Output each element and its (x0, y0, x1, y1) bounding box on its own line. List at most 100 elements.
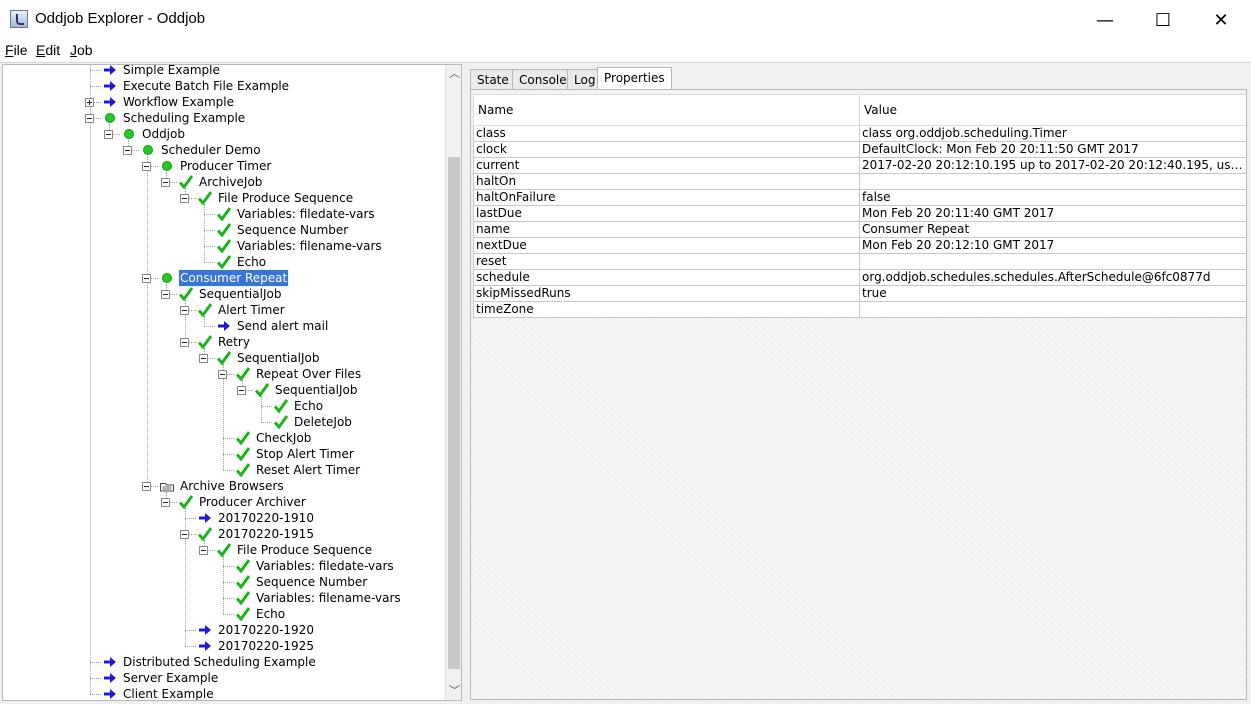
green-dot-icon (159, 158, 175, 174)
tree-node-label: CheckJob (256, 431, 312, 445)
tab-state[interactable]: State (470, 69, 516, 89)
expand-toggle-icon[interactable] (85, 98, 94, 107)
tree-guide-line (261, 396, 262, 422)
check-icon (235, 430, 251, 446)
property-row[interactable]: current 2017-02-20 20:12:10.195 up to 201… (473, 157, 1246, 174)
tree-guide-line (147, 156, 148, 486)
collapse-toggle-icon[interactable] (123, 146, 132, 155)
tree-branch-line (223, 598, 234, 599)
arrow-icon (197, 638, 213, 654)
tree-node-label: Repeat Over Files (256, 367, 362, 381)
tree-branch-line (223, 566, 234, 567)
tab-console[interactable]: Console (512, 69, 574, 89)
collapse-toggle-icon[interactable] (180, 194, 189, 203)
property-row[interactable]: haltOnFailure false (473, 189, 1246, 206)
arrow-icon (102, 654, 118, 670)
collapse-toggle-icon[interactable] (161, 178, 170, 187)
tree-guide-line (204, 204, 205, 262)
tree-node-label: Alert Timer (218, 303, 285, 317)
tree-vertical-scrollbar[interactable]: ︿ ﹀ (445, 65, 461, 700)
property-row[interactable]: skipMissedRuns true (473, 285, 1246, 302)
collapse-toggle-icon[interactable] (85, 114, 94, 123)
tree-node-label: Echo (256, 607, 286, 621)
menu-edit[interactable]: Edit (36, 42, 60, 58)
property-value[interactable] (859, 173, 1246, 190)
property-name: clock (473, 141, 860, 158)
arrow-icon (102, 65, 118, 78)
check-icon (216, 222, 232, 238)
property-value[interactable]: DefaultClock: Mon Feb 20 20:11:50 GMT 20… (859, 141, 1246, 158)
property-row[interactable]: class class org.oddjob.scheduling.Timer (473, 125, 1246, 142)
tree-node-label: Consumer Repeat (177, 269, 290, 287)
collapse-toggle-icon[interactable] (142, 274, 151, 283)
tree-node-label: 20170220-1920 (218, 623, 314, 637)
property-value[interactable]: true (859, 285, 1246, 302)
property-value[interactable]: Consumer Repeat (859, 221, 1246, 238)
check-icon (216, 542, 232, 558)
tree-branch-line (223, 454, 234, 455)
property-value[interactable]: 2017-02-20 20:12:10.195 up to 2017-02-20… (859, 157, 1246, 174)
collapse-toggle-icon[interactable] (180, 338, 189, 347)
tab-properties[interactable]: Properties (597, 67, 672, 90)
tree-node-label: Variables: filename-vars (256, 591, 401, 605)
close-button[interactable]: ✕ (1192, 0, 1250, 40)
menu-file[interactable]: File (5, 42, 28, 58)
collapse-toggle-icon[interactable] (199, 546, 208, 555)
check-icon (216, 254, 232, 270)
collapse-toggle-icon[interactable] (142, 162, 151, 171)
maximize-button[interactable]: ☐ (1134, 0, 1192, 40)
check-icon (197, 190, 213, 206)
property-row[interactable]: schedule org.oddjob.schedules.schedules.A… (473, 269, 1246, 286)
minimize-button[interactable]: — (1076, 0, 1134, 40)
check-icon (197, 334, 213, 350)
property-value[interactable] (859, 253, 1246, 270)
tree-node-label: Producer Timer (180, 159, 272, 173)
properties-panel: Name Value class class org.oddjob.schedul… (470, 89, 1247, 700)
tree-branch-line (204, 230, 215, 231)
title-bar: Oddjob Explorer - Oddjob — ☐ ✕ (0, 0, 1251, 40)
property-value[interactable]: Mon Feb 20 20:11:40 GMT 2017 (859, 205, 1246, 222)
collapse-toggle-icon[interactable] (180, 306, 189, 315)
scroll-up-icon[interactable]: ︿ (446, 65, 461, 82)
arrow-icon (197, 510, 213, 526)
property-value[interactable]: Mon Feb 20 20:12:10 GMT 2017 (859, 237, 1246, 254)
property-value[interactable]: class org.oddjob.scheduling.Timer (859, 125, 1246, 142)
tree-node-label: Retry (218, 335, 250, 349)
tree-node-label: ArchiveJob (199, 175, 263, 189)
property-value[interactable] (859, 301, 1246, 318)
collapse-toggle-icon[interactable] (142, 482, 151, 491)
collapse-toggle-icon[interactable] (218, 370, 227, 379)
check-icon (235, 590, 251, 606)
collapse-toggle-icon[interactable] (104, 130, 113, 139)
check-icon (178, 286, 194, 302)
collapse-toggle-icon[interactable] (237, 386, 246, 395)
scroll-thumb[interactable] (448, 157, 460, 669)
collapse-toggle-icon[interactable] (161, 498, 170, 507)
property-row[interactable]: lastDue Mon Feb 20 20:11:40 GMT 2017 (473, 205, 1246, 222)
column-header-name[interactable]: Name (473, 94, 860, 126)
menu-bar: File Edit Job (0, 40, 1251, 63)
tree-node-label: Client Example (123, 687, 214, 701)
property-row[interactable]: clock DefaultClock: Mon Feb 20 20:11:50 G… (473, 141, 1246, 158)
tree-branch-line (185, 646, 196, 647)
property-value[interactable]: org.oddjob.schedules.schedules.AfterSche… (859, 269, 1246, 286)
collapse-toggle-icon[interactable] (199, 354, 208, 363)
scroll-down-icon[interactable]: ﹀ (446, 682, 461, 699)
column-header-value[interactable]: Value (859, 94, 1246, 126)
collapse-toggle-icon[interactable] (161, 290, 170, 299)
property-row[interactable]: reset (473, 253, 1246, 270)
property-value[interactable]: false (859, 189, 1246, 206)
property-row[interactable]: name Consumer Repeat (473, 221, 1246, 238)
tree-branch-line (185, 518, 196, 519)
tree-node-label: Sequence Number (256, 575, 368, 589)
tree-branch-line (90, 70, 101, 71)
collapse-toggle-icon[interactable] (180, 530, 189, 539)
arrow-icon (102, 78, 118, 94)
property-row[interactable]: nextDue Mon Feb 20 20:12:10 GMT 2017 (473, 237, 1246, 254)
tree-branch-line (204, 326, 215, 327)
tree-guide-line (185, 508, 186, 646)
property-row[interactable]: haltOn (473, 173, 1246, 190)
property-row[interactable]: timeZone (473, 301, 1246, 318)
check-icon (216, 238, 232, 254)
menu-job[interactable]: Job (70, 42, 93, 58)
